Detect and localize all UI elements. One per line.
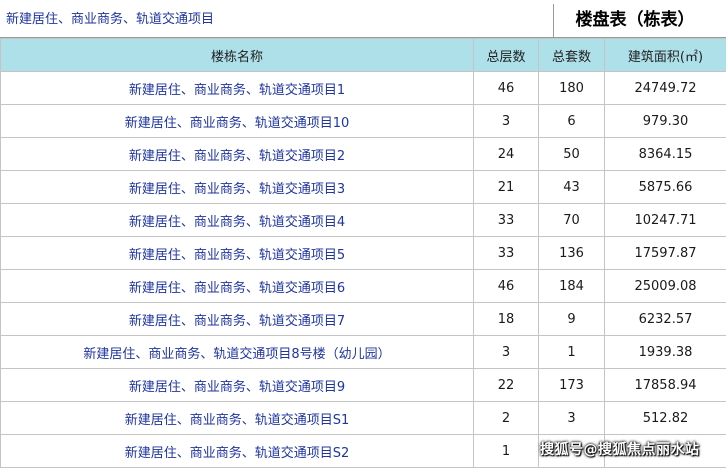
units-cell: 43 xyxy=(539,171,605,204)
building-name-cell[interactable]: 新建居住、商业商务、轨道交通项目1 xyxy=(1,72,474,105)
table-row[interactable]: 新建居住、商业商务、轨道交通项目8号楼（幼儿园）311939.38 xyxy=(1,336,726,369)
project-title: 新建居住、商业商务、轨道交通项目 xyxy=(6,0,214,38)
table-row[interactable]: 新建居住、商业商务、轨道交通项目64618425009.08 xyxy=(1,270,726,303)
header-divider xyxy=(553,4,554,37)
units-cell: 6 xyxy=(539,105,605,138)
building-name-cell[interactable]: 新建居住、商业商务、轨道交通项目6 xyxy=(1,270,474,303)
units-cell: 184 xyxy=(539,270,605,303)
table-row[interactable]: 新建居住、商业商务、轨道交通项目1036979.30 xyxy=(1,105,726,138)
floors-cell: 3 xyxy=(474,336,539,369)
building-table: 楼栋名称 总层数 总套数 建筑面积(㎡) 新建居住、商业商务、轨道交通项目146… xyxy=(0,38,726,468)
floors-cell: 18 xyxy=(474,303,539,336)
area-cell: 17597.87 xyxy=(605,237,726,270)
area-cell: 979.30 xyxy=(605,105,726,138)
units-cell: 3 xyxy=(539,402,605,435)
column-header-total-units[interactable]: 总套数 xyxy=(539,39,605,72)
floors-cell: 46 xyxy=(474,72,539,105)
units-cell: 70 xyxy=(539,204,605,237)
table-row[interactable]: 新建居住、商业商务、轨道交通项目321435875.66 xyxy=(1,171,726,204)
floors-cell: 2 xyxy=(474,402,539,435)
header-bar: 新建居住、商业商务、轨道交通项目 楼盘表（栋表） xyxy=(0,0,726,38)
floors-cell: 21 xyxy=(474,171,539,204)
building-name-cell[interactable]: 新建居住、商业商务、轨道交通项目4 xyxy=(1,204,474,237)
building-name-cell[interactable]: 新建居住、商业商务、轨道交通项目7 xyxy=(1,303,474,336)
table-row[interactable]: 新建居住、商业商务、轨道交通项目224508364.15 xyxy=(1,138,726,171)
building-name-cell[interactable]: 新建居住、商业商务、轨道交通项目8号楼（幼儿园） xyxy=(1,336,474,369)
area-cell: 25009.08 xyxy=(605,270,726,303)
table-row[interactable]: 新建居住、商业商务、轨道交通项目14618024749.72 xyxy=(1,72,726,105)
column-header-total-floors[interactable]: 总层数 xyxy=(474,39,539,72)
area-cell: 17858.94 xyxy=(605,369,726,402)
area-cell: 24749.72 xyxy=(605,72,726,105)
area-cell: 10247.71 xyxy=(605,204,726,237)
table-header-row: 楼栋名称 总层数 总套数 建筑面积(㎡) xyxy=(1,39,726,72)
floors-cell: 24 xyxy=(474,138,539,171)
floors-cell: 1 xyxy=(474,435,539,468)
floors-cell: 46 xyxy=(474,270,539,303)
floors-cell: 33 xyxy=(474,204,539,237)
units-cell: 173 xyxy=(539,369,605,402)
table-row[interactable]: 新建居住、商业商务、轨道交通项目71896232.57 xyxy=(1,303,726,336)
table-row[interactable]: 新建居住、商业商务、轨道交通项目92217317858.94 xyxy=(1,369,726,402)
floors-cell: 22 xyxy=(474,369,539,402)
building-name-cell[interactable]: 新建居住、商业商务、轨道交通项目9 xyxy=(1,369,474,402)
units-cell: 180 xyxy=(539,72,605,105)
building-name-cell[interactable]: 新建居住、商业商务、轨道交通项目5 xyxy=(1,237,474,270)
building-name-cell[interactable]: 新建居住、商业商务、轨道交通项目S1 xyxy=(1,402,474,435)
building-name-cell[interactable]: 新建居住、商业商务、轨道交通项目10 xyxy=(1,105,474,138)
units-cell: 1 xyxy=(539,336,605,369)
table-row[interactable]: 新建居住、商业商务、轨道交通项目S123512.82 xyxy=(1,402,726,435)
table-row[interactable]: 新建居住、商业商务、轨道交通项目4337010247.71 xyxy=(1,204,726,237)
building-name-cell[interactable]: 新建居住、商业商务、轨道交通项目S2 xyxy=(1,435,474,468)
area-cell: 6232.57 xyxy=(605,303,726,336)
floors-cell: 33 xyxy=(474,237,539,270)
building-name-cell[interactable]: 新建居住、商业商务、轨道交通项目3 xyxy=(1,171,474,204)
area-cell: 8364.15 xyxy=(605,138,726,171)
column-header-floor-area[interactable]: 建筑面积(㎡) xyxy=(605,39,726,72)
watermark: 搜狐号@搜狐焦点丽水站 xyxy=(540,438,700,462)
units-cell: 136 xyxy=(539,237,605,270)
units-cell: 9 xyxy=(539,303,605,336)
area-cell: 1939.38 xyxy=(605,336,726,369)
floors-cell: 3 xyxy=(474,105,539,138)
units-cell: 50 xyxy=(539,138,605,171)
table-row[interactable]: 新建居住、商业商务、轨道交通项目53313617597.87 xyxy=(1,237,726,270)
table-title: 楼盘表（栋表） xyxy=(555,0,715,38)
column-header-building-name[interactable]: 楼栋名称 xyxy=(1,39,474,72)
area-cell: 512.82 xyxy=(605,402,726,435)
building-name-cell[interactable]: 新建居住、商业商务、轨道交通项目2 xyxy=(1,138,474,171)
area-cell: 5875.66 xyxy=(605,171,726,204)
